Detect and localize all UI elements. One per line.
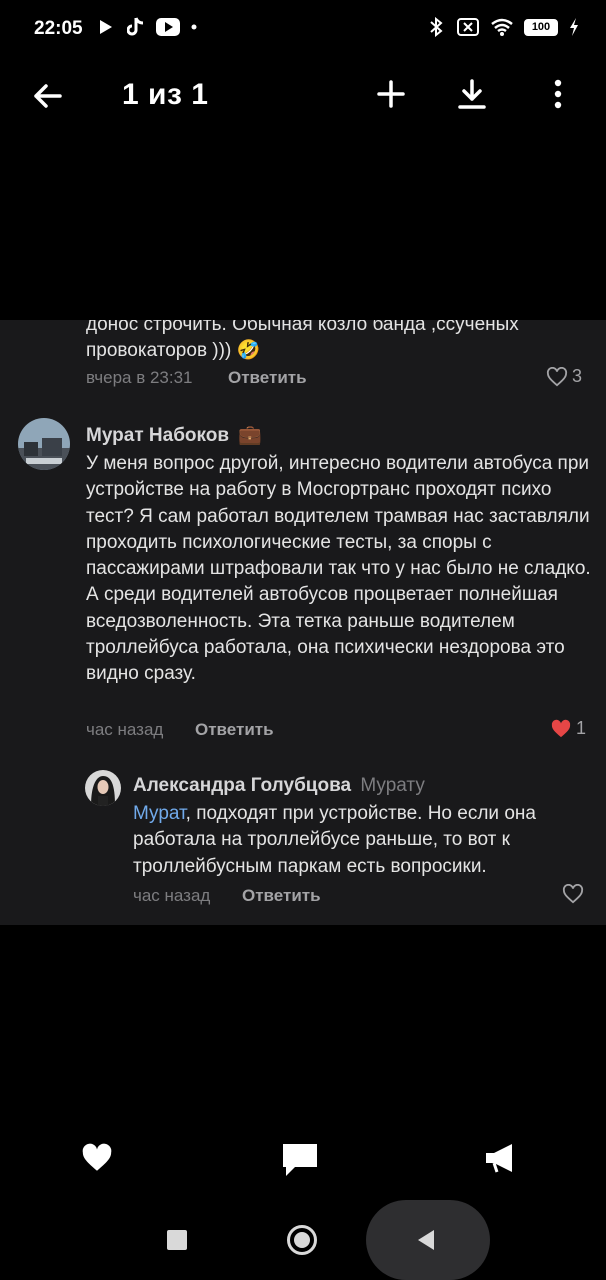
play-icon (96, 17, 116, 37)
previous-like-button[interactable]: 3 (546, 366, 582, 387)
avatar[interactable] (18, 418, 70, 470)
like-button[interactable]: 1 (550, 718, 586, 739)
dot-icon (190, 17, 198, 37)
wifi-icon (490, 17, 514, 37)
reply-like-button[interactable] (562, 884, 584, 904)
author-name: Мурат Набоков (86, 425, 230, 446)
like-count: 1 (576, 718, 587, 738)
charging-icon (568, 17, 580, 37)
previous-comment-line1: донос строчить. Обычная козло банда ,ссу… (86, 320, 519, 335)
back-icon[interactable] (414, 1228, 438, 1252)
reply-reply-button[interactable]: Ответить (242, 886, 321, 906)
reply-author[interactable]: Александра Голубцова Мурату (133, 775, 425, 797)
comment-icon[interactable] (281, 1141, 319, 1179)
reply-avatar[interactable] (85, 770, 121, 806)
reply-author-name: Александра Голубцова (133, 775, 352, 796)
reply-button[interactable]: Ответить (195, 720, 274, 740)
previous-reply-button[interactable]: Ответить (228, 368, 307, 388)
share-icon[interactable] (484, 1141, 518, 1175)
status-time: 22:05 (34, 18, 83, 39)
plus-icon[interactable] (376, 79, 406, 109)
youtube-icon (156, 17, 180, 37)
battery-icon: 100 (524, 18, 558, 36)
comments-screenshot: донос строчить. Обычная козло банда ,ссу… (0, 320, 606, 925)
heart-outline-icon (546, 366, 568, 386)
download-icon[interactable] (457, 78, 487, 110)
previous-comment-time: вчера в 23:31 (86, 368, 193, 387)
bluetooth-icon (426, 17, 446, 37)
reply-time: час назад (133, 886, 211, 905)
tiktok-icon (126, 17, 146, 37)
heart-outline-icon (562, 884, 584, 904)
comment-time: час назад (86, 720, 164, 739)
sim-icon (456, 17, 480, 37)
previous-comment-line2: провокаторов ))) 🤣 (86, 340, 261, 361)
previous-comment-text: донос строчить. Обычная козло банда ,ссу… (86, 320, 586, 364)
status-right-icons: 100 (426, 17, 580, 37)
reply-text-body: , подходят при устройстве. Но если она р… (133, 803, 536, 877)
home-icon[interactable] (286, 1224, 318, 1256)
more-vertical-icon[interactable] (546, 78, 570, 110)
briefcase-icon: 💼 (238, 425, 263, 446)
status-left-icons (96, 17, 198, 37)
reply-to-label: Мурату (360, 775, 425, 796)
heart-icon[interactable] (80, 1141, 114, 1175)
previous-like-count: 3 (572, 366, 583, 386)
recent-apps-icon[interactable] (167, 1230, 187, 1250)
page-counter: 1 из 1 (122, 78, 209, 111)
back-arrow-icon[interactable] (30, 78, 66, 114)
reply-text: Мурат, подходят при устройстве. Но если … (133, 801, 573, 880)
heart-filled-icon (551, 719, 571, 737)
comment-text: У меня вопрос другой, интересно водители… (86, 453, 591, 685)
mention-link[interactable]: Мурат (133, 803, 186, 824)
comment-author[interactable]: Мурат Набоков 💼 (86, 423, 262, 447)
